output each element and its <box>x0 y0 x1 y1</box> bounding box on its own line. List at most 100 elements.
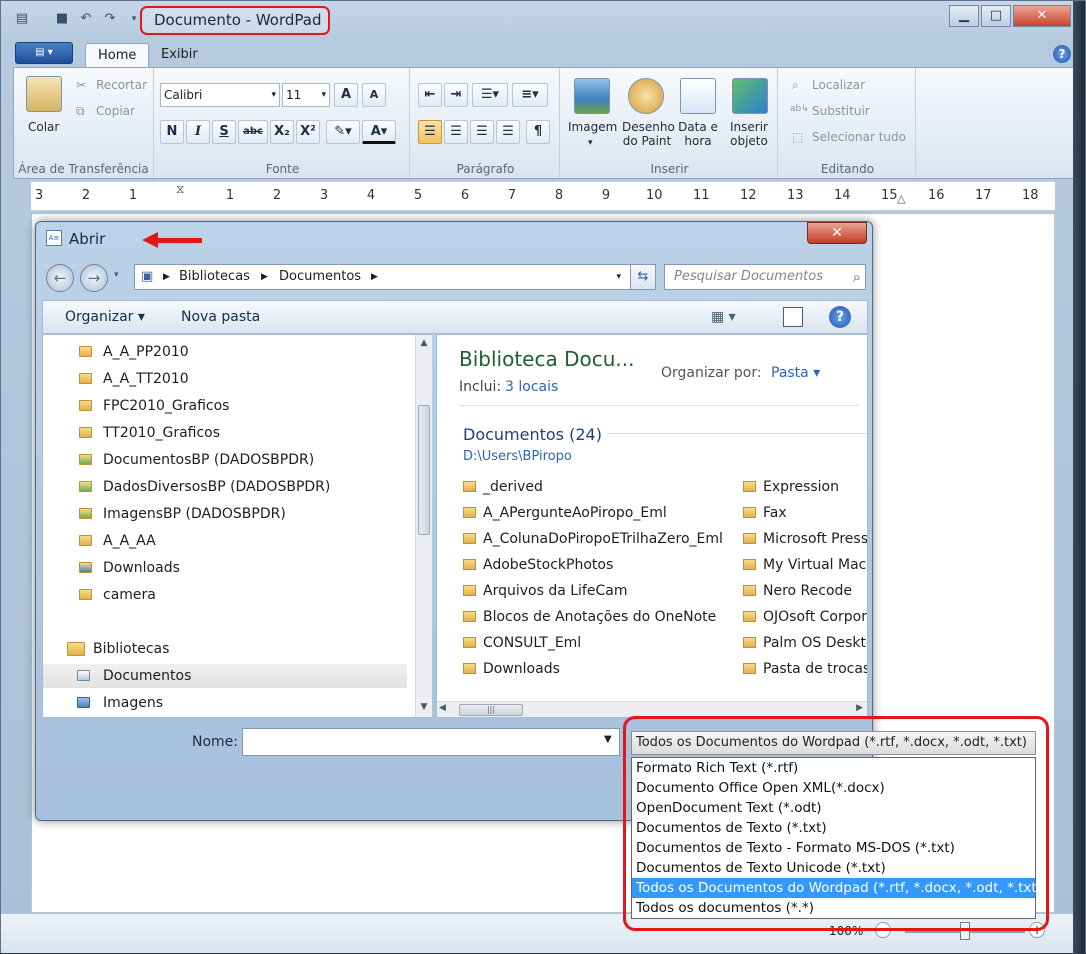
filetype-option[interactable]: Documento Office Open XML(*.docx) <box>632 778 1035 798</box>
new-folder-button[interactable]: Nova pasta <box>181 309 260 325</box>
italic-button[interactable]: I <box>186 120 210 144</box>
scroll-right-icon[interactable]: ▶ <box>856 703 863 713</box>
underline-button[interactable]: S <box>212 120 236 144</box>
scroll-down-icon[interactable]: ▼ <box>416 699 432 715</box>
insert-object-button[interactable]: Inserir objeto <box>726 120 772 148</box>
font-family-select[interactable]: Calibri ▾ <box>160 83 280 107</box>
filetype-option[interactable]: Documentos de Texto (*.txt) <box>632 818 1035 838</box>
app-menu-button[interactable]: ▤ ▾ <box>15 42 73 64</box>
filetype-select[interactable]: Todos os Documentos do Wordpad (*.rtf, *… <box>631 731 1036 755</box>
select-all-button[interactable]: Selecionar tudo <box>812 130 906 144</box>
includes-locations-link[interactable]: 3 locais <box>505 379 558 395</box>
dialog-close-button[interactable]: ✕ <box>807 222 867 244</box>
organize-button[interactable]: Organizar ▾ <box>65 309 145 325</box>
breadcrumb-documentos[interactable]: Documentos <box>279 265 361 289</box>
subscript-button[interactable]: X₂ <box>270 120 294 144</box>
wordpad-app-icon[interactable]: ▤ <box>13 10 31 28</box>
breadcrumb-bibliotecas[interactable]: Bibliotecas <box>179 265 250 289</box>
font-color-button[interactable]: A▾ <box>362 120 396 144</box>
strikethrough-button[interactable]: abc <box>238 120 268 144</box>
scrollbar-thumb[interactable]: ||| <box>459 704 523 716</box>
refresh-button[interactable]: ⇆ <box>630 264 656 290</box>
increase-indent-button[interactable]: ⇥ <box>444 83 468 107</box>
tree-item[interactable]: camera <box>43 583 407 607</box>
filetype-option[interactable]: Todos os documentos (*.*) <box>632 898 1035 918</box>
filetype-option-selected[interactable]: Todos os Documentos do Wordpad (*.rtf, *… <box>632 878 1042 898</box>
paragraph-dialog-button[interactable]: ¶ <box>526 120 550 144</box>
tree-item-imagens[interactable]: Imagens <box>43 691 407 715</box>
tree-item-bibliotecas[interactable]: Bibliotecas <box>43 637 407 661</box>
redo-icon[interactable]: ↷ <box>101 10 119 28</box>
maximize-button[interactable]: □ <box>981 5 1011 27</box>
calendar-clock-icon[interactable] <box>680 78 716 114</box>
font-size-select[interactable]: 11 ▾ <box>282 83 330 107</box>
help-icon[interactable]: ? <box>1053 45 1071 63</box>
address-dropdown-icon[interactable]: ▾ <box>616 265 621 289</box>
align-center-button[interactable]: ☰ <box>444 120 468 144</box>
undo-icon[interactable]: ↶ <box>77 10 95 28</box>
tree-item[interactable]: A_A_PP2010 <box>43 340 407 364</box>
tree-item[interactable]: DocumentosBP (DADOSBPDR) <box>43 448 407 472</box>
image-icon[interactable] <box>574 78 610 114</box>
paint-palette-icon[interactable] <box>628 78 664 114</box>
breadcrumb-separator-icon[interactable]: ▶ <box>261 265 268 289</box>
first-line-indent-marker[interactable]: ⧖ <box>176 182 184 197</box>
tab-home[interactable]: Home <box>85 43 150 67</box>
justify-button[interactable]: ☰ <box>496 120 520 144</box>
paste-icon[interactable] <box>26 76 62 112</box>
replace-button[interactable]: Substituir <box>812 104 870 118</box>
help-icon[interactable]: ? <box>829 306 851 328</box>
insert-image-button[interactable]: Imagem <box>568 120 617 134</box>
decrease-indent-button[interactable]: ⇤ <box>418 83 442 107</box>
address-bar[interactable]: ▣ ▶ Bibliotecas ▶ Documentos ▶ ▾ <box>134 264 656 290</box>
forward-button[interactable]: → <box>80 264 108 292</box>
line-spacing-button[interactable]: ≡▾ <box>512 83 548 107</box>
filetype-option[interactable]: Formato Rich Text (*.rtf) <box>632 758 1035 778</box>
object-cube-icon[interactable] <box>732 78 768 114</box>
tree-item[interactable]: A_A_AA <box>43 529 407 553</box>
superscript-button[interactable]: X² <box>296 120 320 144</box>
back-button[interactable]: ← <box>46 264 74 292</box>
tree-item[interactable]: TT2010_Graficos <box>43 421 407 445</box>
bold-button[interactable]: N <box>160 120 184 144</box>
save-icon[interactable]: ■ <box>53 10 71 28</box>
minimize-button[interactable]: ▁ <box>949 5 979 27</box>
paste-button[interactable]: Colar <box>28 120 59 134</box>
paint-drawing-button[interactable]: Desenho do Paint <box>622 120 675 148</box>
cut-button[interactable]: Recortar <box>96 78 147 92</box>
section-path-link[interactable]: D:\Users\BPiropo <box>463 449 572 464</box>
shrink-font-button[interactable]: A <box>362 83 386 107</box>
filetype-option[interactable]: OpenDocument Text (*.odt) <box>632 798 1035 818</box>
preview-pane-icon[interactable] <box>783 307 803 327</box>
tree-item-documentos[interactable]: Documentos <box>43 664 407 688</box>
recent-locations-dropdown-icon[interactable]: ▾ <box>114 270 119 280</box>
tree-item[interactable]: DadosDiversosBP (DADOSBPDR) <box>43 475 407 499</box>
right-indent-marker[interactable]: △ <box>897 192 905 205</box>
filetype-option[interactable]: Documentos de Texto - Formato MS-DOS (*.… <box>632 838 1035 858</box>
arrange-by-dropdown[interactable]: Pasta ▾ <box>771 365 820 381</box>
tree-item[interactable]: ImagensBP (DADOSBPDR) <box>43 502 407 526</box>
section-title[interactable]: Documentos (24) <box>463 425 602 444</box>
search-icon[interactable]: ⌕ <box>853 265 861 289</box>
ruler[interactable]: 3 2 1 ⧖ 1 2 3 4 5 6 7 8 9 10 11 12 13 14… <box>31 181 1055 211</box>
tree-item[interactable]: Downloads <box>43 556 407 580</box>
view-options-icon[interactable]: ▦ ▾ <box>711 309 736 325</box>
close-button[interactable]: ✕ <box>1013 5 1071 27</box>
list-bullets-button[interactable]: ☰▾ <box>472 83 508 107</box>
navigation-scrollbar[interactable]: ▲ ▼ <box>415 335 432 717</box>
scroll-up-icon[interactable]: ▲ <box>416 335 432 351</box>
scrollbar-thumb[interactable] <box>418 405 430 535</box>
find-button[interactable]: Localizar <box>812 78 865 92</box>
grow-font-button[interactable]: A <box>334 83 358 107</box>
align-left-button[interactable]: ☰ <box>418 120 442 144</box>
tree-item[interactable]: FPC2010_Graficos <box>43 394 407 418</box>
search-input[interactable]: Pesquisar Documentos ⌕ <box>664 264 866 290</box>
highlight-color-button[interactable]: ✎▾ <box>326 120 360 144</box>
scroll-left-icon[interactable]: ◀ <box>439 703 446 713</box>
align-right-button[interactable]: ☰ <box>470 120 494 144</box>
copy-button[interactable]: Copiar <box>96 104 135 118</box>
filename-dropdown-icon[interactable]: ▼ <box>604 734 612 745</box>
filename-input[interactable] <box>242 728 620 756</box>
date-time-button[interactable]: Data e hora <box>676 120 720 148</box>
breadcrumb-separator-icon[interactable]: ▶ <box>371 265 378 289</box>
